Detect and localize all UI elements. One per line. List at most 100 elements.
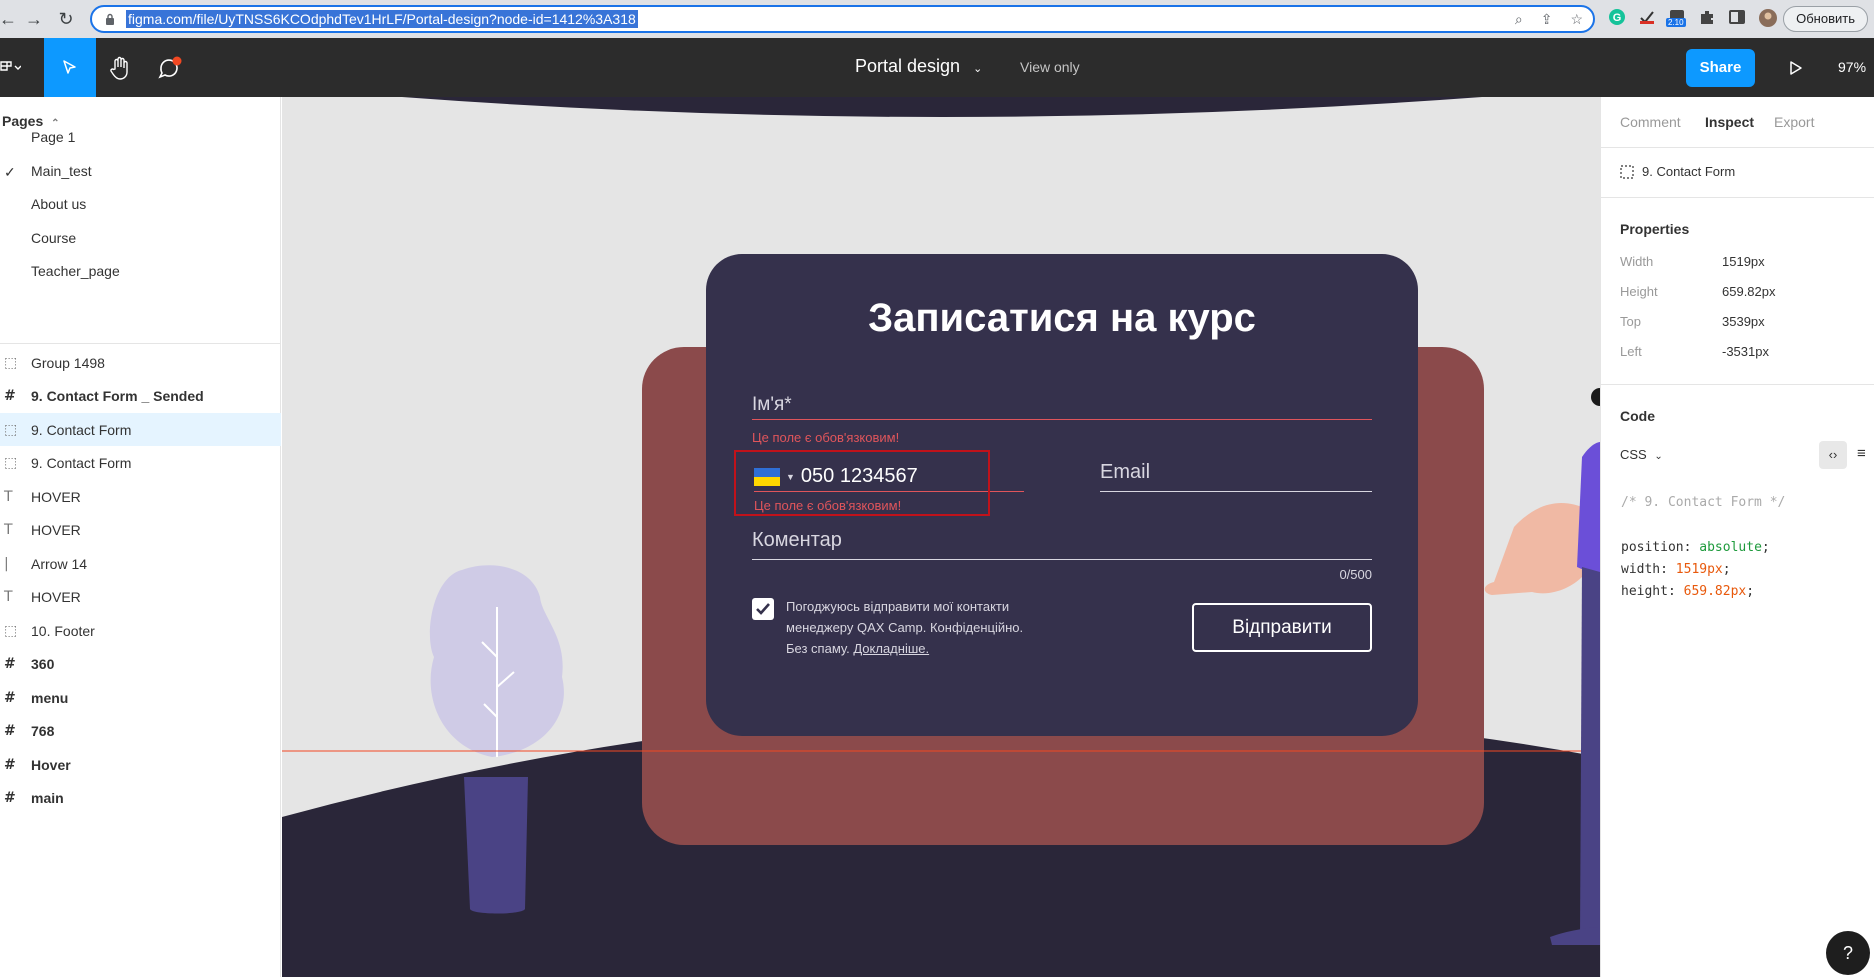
layer-row[interactable]: T HOVER — [0, 581, 281, 614]
layer-row[interactable]: T HOVER — [0, 514, 281, 547]
code-value: absolute — [1699, 540, 1762, 555]
code-lang-select[interactable]: CSS ⌄ — [1620, 447, 1663, 462]
layer-row[interactable]: T HOVER — [0, 480, 281, 513]
contact-form-card: Записатися на курс Ім'я* Це поле є обов'… — [706, 254, 1418, 736]
share-page-icon[interactable]: ⇪ — [1541, 11, 1553, 28]
layer-row[interactable]: #768 — [0, 715, 281, 748]
share-button[interactable]: Share — [1686, 49, 1755, 87]
selection-row: 9. Contact Form — [1620, 164, 1735, 179]
layer-row[interactable]: #360 — [0, 648, 281, 681]
phone-highlight-box — [734, 450, 990, 516]
hand-tool-button[interactable] — [94, 38, 146, 97]
comment-counter: 0/500 — [1339, 567, 1372, 582]
sidepanel-icon[interactable] — [1728, 8, 1746, 26]
person-leg — [1580, 567, 1600, 937]
grammarly-icon[interactable]: G — [1608, 8, 1626, 26]
layer-name: 768 — [31, 723, 55, 739]
code-prop: position — [1621, 540, 1684, 555]
comment-field[interactable]: Коментар — [752, 529, 1372, 560]
pages-header[interactable]: Pages ⌃ — [2, 113, 60, 129]
code-header: Code — [1620, 408, 1655, 424]
page-item[interactable]: Main_test — [31, 163, 92, 179]
document-title[interactable]: Portal design ⌄ — [855, 56, 982, 77]
layer-name: 9. Contact Form — [31, 421, 132, 438]
zoom-level[interactable]: 97% — [1838, 59, 1866, 75]
consent-text: Погоджуюсь відправити мої контакти менед… — [786, 596, 1023, 659]
submit-button[interactable]: Відправити — [1192, 603, 1372, 652]
code-prop: width — [1621, 562, 1661, 577]
zoom-icon[interactable]: ⌕ — [1515, 11, 1523, 28]
puzzle-icon[interactable] — [1698, 8, 1716, 26]
check-icon: ✓ — [4, 163, 16, 180]
consent-line-3-text: Без спаму. — [786, 641, 850, 656]
layer-name: HOVER — [31, 589, 81, 605]
extension-badge: 2.10 — [1666, 18, 1686, 27]
layer-row[interactable]: # menu — [0, 681, 281, 714]
panel-divider — [0, 343, 281, 344]
person-detail — [1591, 388, 1600, 406]
back-icon[interactable]: ← — [0, 5, 22, 33]
layer-row[interactable]: ⬚ 10. Footer — [0, 614, 281, 647]
svg-text:G: G — [1613, 12, 1622, 24]
layer-row[interactable]: ⬚ 9. Contact Form — [0, 413, 281, 446]
wrap-lines-icon[interactable]: ≡ — [1857, 445, 1866, 462]
avatar-icon[interactable] — [1758, 8, 1778, 28]
update-browser-button[interactable]: Обновить — [1783, 6, 1868, 32]
layer-name: main — [31, 790, 64, 806]
page-item[interactable]: Page 1 — [31, 129, 75, 145]
consent-line-2: менеджеру QAX Camp. Конфіденційно. — [786, 620, 1024, 635]
details-link[interactable]: Докладніше. — [853, 641, 929, 656]
frame-icon: # — [4, 656, 16, 672]
figma-menu-button[interactable] — [0, 38, 32, 97]
email-field[interactable]: Email — [1100, 461, 1372, 492]
address-bar[interactable]: figma.com/file/UyTNSS6KCOdphdTev1HrLF/Po… — [90, 5, 1595, 33]
frame-icon: # — [4, 689, 16, 706]
comment-field-label: Коментар — [752, 529, 842, 551]
name-error: Це поле є обов'язковим! — [752, 430, 900, 445]
code-value: 1519px — [1675, 562, 1723, 577]
property-label: Top — [1620, 314, 1641, 329]
help-button[interactable]: ? — [1826, 931, 1870, 975]
chevron-down-icon: ⌄ — [973, 63, 983, 75]
extension-check-icon[interactable] — [1638, 8, 1656, 26]
group-icon: ⬚ — [4, 455, 18, 471]
page-item[interactable]: About us — [31, 196, 86, 212]
layer-row[interactable]: # Hover — [0, 748, 281, 781]
group-icon: ⬚ — [4, 622, 18, 639]
reload-icon[interactable]: ↻ — [52, 5, 80, 33]
canvas[interactable]: Записатися на курс Ім'я* Це поле є обов'… — [282, 97, 1600, 977]
property-label: Height — [1620, 284, 1658, 299]
layer-name: Hover — [31, 756, 71, 773]
tab-comment[interactable]: Comment — [1620, 114, 1681, 130]
move-tool-button[interactable] — [44, 38, 96, 97]
lock-icon — [106, 13, 114, 25]
layer-row[interactable]: ⬚ 9. Contact Form — [0, 447, 281, 480]
play-icon — [1790, 60, 1802, 75]
extension-badge-icon[interactable]: 2.10 — [1666, 8, 1686, 31]
present-button[interactable] — [1770, 38, 1822, 97]
text-icon: T — [4, 522, 13, 538]
hand-icon — [110, 56, 128, 80]
tab-export[interactable]: Export — [1774, 114, 1814, 130]
frame-icon: # — [4, 756, 16, 773]
code-view-button[interactable]: ‹› — [1819, 441, 1847, 469]
bookmark-star-icon[interactable]: ☆ — [1570, 11, 1583, 28]
text-icon: T — [4, 589, 13, 605]
code-value: 659.82px — [1683, 584, 1747, 599]
layer-row[interactable]: #9. Contact Form _ Sended — [0, 380, 281, 413]
forward-icon[interactable]: → — [20, 5, 48, 33]
name-field[interactable]: Ім'я* — [752, 394, 1372, 420]
code-line: position: absolute; — [1621, 540, 1770, 555]
layer-row[interactable]: # main — [0, 782, 281, 815]
chevron-up-icon: ⌃ — [51, 118, 60, 129]
consent-checkbox[interactable] — [752, 598, 774, 620]
comment-tool-button[interactable] — [144, 38, 196, 97]
pages-header-label: Pages — [2, 113, 44, 129]
layer-row[interactable]: | Arrow 14 — [0, 547, 281, 580]
layer-row[interactable]: ⬚ Group 1498 — [0, 346, 281, 379]
property-value: 659.82px — [1722, 284, 1776, 299]
page-item[interactable]: Teacher_page — [31, 263, 120, 279]
page-item[interactable]: Course — [31, 230, 76, 246]
url-text: figma.com/file/UyTNSS6KCOdphdTev1HrLF/Po… — [126, 10, 638, 28]
tab-inspect[interactable]: Inspect — [1705, 114, 1754, 130]
